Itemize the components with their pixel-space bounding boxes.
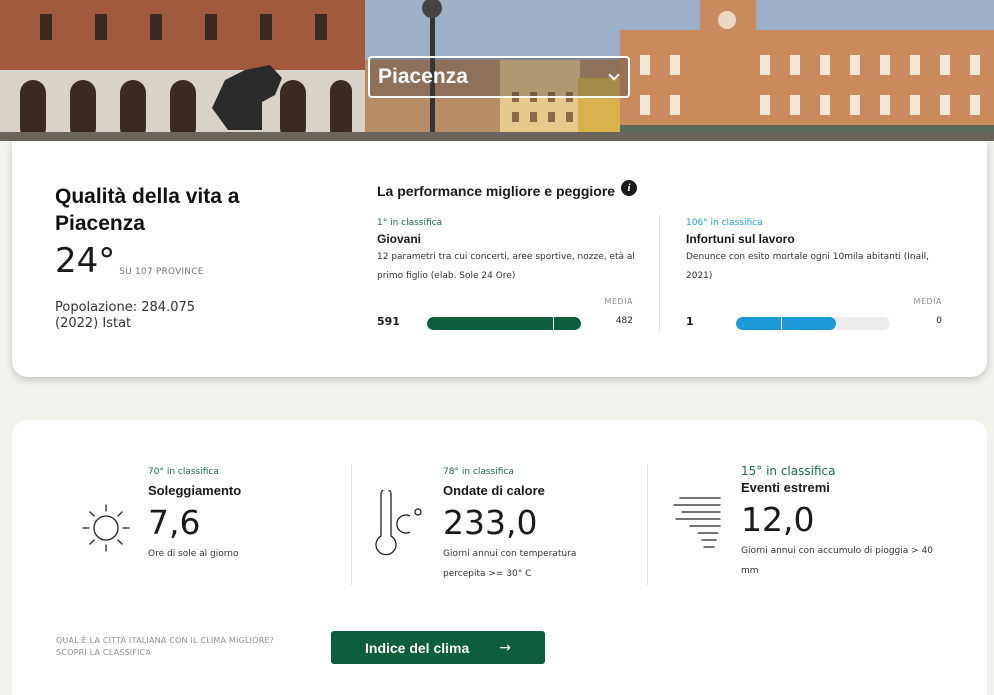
climate-name: Soleggiamento <box>148 483 242 498</box>
worst-average: 0 <box>936 316 942 326</box>
population-text: Popolazione: 284.075 (2022) Istat <box>55 300 196 331</box>
info-icon[interactable]: i <box>621 180 638 196</box>
best-classifica: 1° in classifica <box>377 218 443 228</box>
worst-classifica: 106° in classifica <box>686 218 763 228</box>
quality-card: Qualità della vita a Piacenza 24° SU 107… <box>12 141 987 377</box>
worst-desc: Denunce con esito mortale ogni 10mila ab… <box>686 252 929 281</box>
best-bar-row: 591 482 <box>377 315 633 330</box>
climate-ranking-prompt: QUAL È LA CITTÀ ITALIANA CON IL CLIMA MI… <box>56 635 274 659</box>
worst-value: 1 <box>686 315 694 328</box>
storm-icon <box>673 497 721 548</box>
chevron-down-icon <box>608 69 620 81</box>
sun-icon <box>82 504 130 552</box>
worst-progress-fill <box>736 317 837 330</box>
hero-banner: Piacenza <box>0 0 994 141</box>
climate-index-button[interactable]: Indice del clima → <box>331 631 545 664</box>
climate-value: 233,0 <box>443 503 538 542</box>
best-value: 591 <box>377 315 400 328</box>
prompt-line-2: SCOPRI LA CLASSIFICA <box>56 648 152 657</box>
climate-desc: Giorni annui con accumulo di pioggia > 4… <box>741 546 934 576</box>
climate-classifica: 15° in classifica <box>741 464 836 478</box>
performance-title: La performance migliore e peggiore <box>377 183 616 199</box>
best-performance: 1° in classifica Giovani 12 parametri tr… <box>377 218 647 330</box>
rank-value: 24° <box>55 241 116 281</box>
divider <box>659 214 660 332</box>
quality-title: Qualità della vita a Piacenza <box>55 185 240 235</box>
worst-bar-row: 1 0 <box>686 315 942 330</box>
worst-name: Infortuni sul lavoro <box>686 232 795 246</box>
prompt-line-1: QUAL È LA CITTÀ ITALIANA CON IL CLIMA MI… <box>56 636 275 645</box>
climate-card: 70° in classifica Soleggiamento 7,6 Ore … <box>12 420 987 695</box>
best-average: 482 <box>615 316 633 326</box>
best-progress-fill <box>427 317 581 330</box>
climate-desc: Ore di sole al giorno <box>148 549 239 559</box>
best-media-label: MEDIA <box>604 297 633 306</box>
climate-name: Ondate di calore <box>443 483 545 498</box>
thermometer-icon <box>375 490 422 556</box>
climate-item-sun: 70° in classifica Soleggiamento 7,6 Ore … <box>148 467 353 564</box>
climate-value: 7,6 <box>148 503 201 542</box>
climate-classifica: 78° in classifica <box>443 467 514 477</box>
best-desc: 12 parametri tra cui concerti, aree spor… <box>377 252 635 281</box>
climate-value: 12,0 <box>741 500 815 539</box>
climate-desc: Giorni annui con temperatura percepita >… <box>443 549 577 579</box>
worst-media-label: MEDIA <box>913 297 942 306</box>
performance-heading: La performance migliore e peggiore i <box>377 180 638 199</box>
best-progress-bar <box>427 317 581 330</box>
worst-average-marker <box>780 317 782 330</box>
climate-item-extreme: 15° in classifica Eventi estremi 12,0 Gi… <box>741 464 946 581</box>
rank-block: 24° SU 107 PROVINCE <box>55 241 204 281</box>
climate-classifica: 70° in classifica <box>148 467 219 477</box>
climate-item-heat: 78° in classifica Ondate di calore 233,0… <box>443 467 603 584</box>
worst-progress-bar <box>736 317 890 330</box>
city-select-value: Piacenza <box>378 65 468 88</box>
climate-name: Eventi estremi <box>741 480 830 495</box>
rank-sub: SU 107 PROVINCE <box>119 267 204 277</box>
best-name: Giovani <box>377 232 422 246</box>
divider <box>351 464 352 586</box>
divider <box>647 464 648 586</box>
best-average-marker <box>552 317 554 330</box>
climate-index-label: Indice del clima <box>365 639 470 656</box>
worst-performance: 106° in classifica Infortuni sul lavoro … <box>686 218 956 330</box>
arrow-right-icon: → <box>499 639 511 656</box>
city-select[interactable]: Piacenza <box>368 56 630 98</box>
